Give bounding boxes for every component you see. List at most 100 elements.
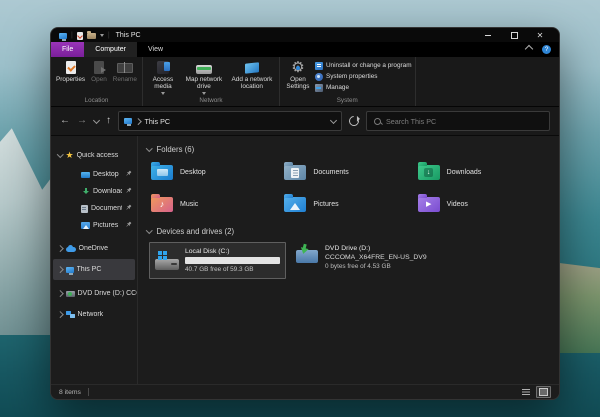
address-dropdown-icon[interactable] — [330, 116, 337, 123]
sidebar-item-onedrive[interactable]: OneDrive — [51, 238, 137, 259]
sidebar-item-pictures[interactable]: Pictures — [51, 217, 137, 234]
dvd-drive-icon — [66, 291, 75, 297]
chevron-down-icon[interactable] — [57, 151, 63, 157]
help-icon[interactable]: ? — [542, 45, 551, 54]
folders-section-header[interactable]: Folders (6) — [147, 143, 551, 156]
map-network-drive-button[interactable]: Map network drive — [182, 59, 226, 96]
sidebar-item-network[interactable]: Network — [51, 304, 137, 325]
thumbnail-view-icon — [539, 388, 548, 396]
documents-folder-icon — [284, 165, 306, 180]
drives-section-header[interactable]: Devices and drives (2) — [147, 225, 551, 238]
qat-new-folder-icon[interactable] — [87, 33, 96, 39]
disk-usage-bar — [185, 257, 280, 264]
add-network-location-button[interactable]: Add a network location — [228, 59, 276, 92]
tab-file[interactable]: File — [51, 42, 84, 57]
chevron-right-icon[interactable] — [57, 266, 63, 272]
window-title: This PC — [116, 32, 141, 39]
search-box[interactable] — [366, 111, 550, 131]
documents-icon — [81, 205, 88, 213]
navigation-bar: ← → ↑ This PC — [51, 107, 559, 136]
list-view-icon — [522, 389, 530, 395]
details-view-button[interactable] — [518, 386, 533, 398]
open-button[interactable]: Open — [89, 59, 109, 84]
desktop-folder-icon — [151, 165, 173, 180]
drive-name: Local Disk (C:) — [185, 248, 280, 255]
separator: | — [108, 32, 110, 39]
qat-customize-caret-icon[interactable] — [100, 34, 104, 37]
dvd-drive-tile[interactable]: DVD Drive (D:) CCCOMA_X64FRE_EN-US_DV9 0… — [296, 242, 427, 279]
sidebar-item-dvd-drive[interactable]: DVD Drive (D:) CCCC — [51, 283, 137, 304]
desktop-icon — [81, 172, 90, 178]
folder-tile-videos[interactable]: ▶ Videos — [418, 191, 551, 218]
close-button[interactable]: ✕ — [529, 30, 551, 41]
recent-locations-caret-icon[interactable] — [93, 116, 100, 123]
gear-icon: ⚙ — [291, 60, 304, 75]
pin-icon — [125, 187, 132, 196]
sidebar-item-desktop[interactable]: Desktop — [51, 166, 137, 183]
drive-free-space: 40.7 GB free of 59.3 GB — [185, 266, 280, 273]
drive-name: DVD Drive (D:) — [325, 245, 427, 252]
refresh-icon[interactable] — [347, 114, 361, 128]
group-label-network: Network — [146, 96, 276, 106]
sidebar-item-quick-access[interactable]: ★ Quick access — [51, 145, 137, 166]
properties-icon — [66, 61, 76, 74]
search-input[interactable] — [386, 117, 542, 126]
main-area: ★ Quick access Desktop Downloads Documen… — [51, 136, 559, 384]
folder-tile-music[interactable]: ♪ Music — [151, 191, 284, 218]
access-media-button[interactable]: Access media — [146, 59, 180, 96]
sidebar-item-downloads[interactable]: Downloads — [51, 183, 137, 200]
folder-tile-documents[interactable]: Documents — [284, 159, 417, 186]
tab-view[interactable]: View — [137, 42, 174, 57]
system-properties-icon — [315, 73, 323, 81]
up-button[interactable]: ↑ — [106, 116, 111, 126]
breadcrumb[interactable]: This PC — [145, 117, 171, 126]
desktop: { "titlebar": { "title": "This PC" }, "t… — [0, 0, 600, 417]
address-bar[interactable]: This PC — [118, 111, 342, 131]
videos-folder-icon: ▶ — [418, 197, 440, 212]
local-disk-tile[interactable]: Local Disk (C:) 40.7 GB free of 59.3 GB — [149, 242, 286, 279]
minimize-button[interactable] — [477, 30, 499, 41]
sidebar: ★ Quick access Desktop Downloads Documen… — [51, 136, 138, 384]
downloads-folder-icon: ↓ — [418, 165, 440, 180]
chevron-right-icon[interactable] — [57, 311, 63, 317]
folder-tile-pictures[interactable]: Pictures — [284, 191, 417, 218]
pin-icon — [125, 221, 132, 230]
pin-icon — [125, 170, 132, 179]
sidebar-item-documents[interactable]: Documents — [51, 200, 137, 217]
back-button[interactable]: ← — [60, 116, 70, 126]
access-media-icon — [157, 61, 169, 74]
forward-button[interactable]: → — [77, 116, 87, 126]
quick-access-star-icon: ★ — [66, 151, 74, 160]
folder-tile-desktop[interactable]: Desktop — [151, 159, 284, 186]
manage-button[interactable]: Manage — [315, 83, 412, 92]
maximize-button[interactable] — [503, 30, 525, 41]
collapse-chevron-icon[interactable] — [146, 227, 152, 233]
dvd-disc-icon — [296, 250, 318, 263]
tab-computer[interactable]: Computer — [84, 42, 137, 57]
qat-properties-icon[interactable] — [77, 32, 83, 40]
this-pc-icon — [124, 118, 132, 124]
sidebar-item-this-pc[interactable]: This PC — [53, 259, 135, 280]
open-settings-button[interactable]: ⚙ Open Settings — [283, 59, 313, 92]
this-pc-icon — [59, 33, 67, 39]
uninstall-program-button[interactable]: Uninstall or change a program — [315, 61, 412, 70]
folder-tile-downloads[interactable]: ↓ Downloads — [418, 159, 551, 186]
this-pc-icon — [66, 267, 74, 273]
ribbon-tabs: File Computer View ? — [51, 42, 559, 57]
network-icon — [66, 311, 75, 318]
separator: | — [71, 32, 73, 39]
collapse-chevron-icon[interactable] — [146, 145, 152, 151]
chevron-right-icon[interactable] — [57, 290, 63, 296]
onedrive-cloud-icon — [66, 247, 76, 252]
system-properties-button[interactable]: System properties — [315, 72, 412, 81]
properties-button[interactable]: Properties — [54, 59, 87, 84]
drive-free-space: 0 bytes free of 4.53 GB — [325, 263, 427, 270]
titlebar: | | This PC ✕ — [51, 28, 559, 42]
minimize-ribbon-icon[interactable] — [525, 45, 533, 53]
downloads-icon — [81, 188, 90, 196]
ribbon-group-location: Properties Open Rename Location — [51, 57, 143, 106]
large-icons-view-button[interactable] — [536, 386, 551, 398]
rename-button[interactable]: Rename — [111, 59, 139, 84]
map-network-drive-icon — [196, 65, 212, 74]
chevron-right-icon[interactable] — [57, 245, 63, 251]
